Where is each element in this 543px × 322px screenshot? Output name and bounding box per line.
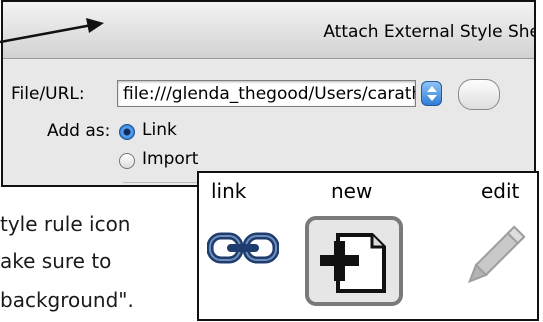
import-radio[interactable] (119, 153, 135, 169)
caption-line-1: tyle rule icon (0, 212, 131, 236)
file-url-popup-stepper[interactable] (421, 81, 442, 106)
css-icons-panel: link new edit (197, 171, 539, 321)
caption-line-2: ake sure to (0, 249, 112, 273)
add-as-label: Add as: (47, 121, 111, 141)
caption-line-3: background". (0, 288, 134, 312)
edit-pencil-icon[interactable] (461, 223, 525, 293)
link-radio-label[interactable]: Link (142, 120, 177, 140)
new-style-rule-icon[interactable] (304, 215, 404, 307)
new-icon-label: new (331, 179, 373, 203)
file-url-label: File/URL: (11, 84, 85, 104)
file-url-input[interactable]: file:///glenda_thegood/Users/carath (117, 80, 416, 107)
file-url-value: file:///glenda_thegood/Users/carath (123, 84, 416, 104)
link-icon-label: link (211, 179, 247, 203)
edit-icon-label: edit (481, 179, 520, 203)
dialog-title: Attach External Style She (323, 22, 536, 42)
dialog-titlebar: Attach External Style She (3, 2, 534, 59)
link-icon[interactable] (207, 223, 279, 273)
link-radio[interactable] (119, 124, 135, 140)
import-radio-label[interactable]: Import (142, 149, 198, 169)
browse-button[interactable] (458, 79, 500, 110)
attach-stylesheet-dialog: Attach External Style She File/URL: file… (1, 0, 536, 187)
